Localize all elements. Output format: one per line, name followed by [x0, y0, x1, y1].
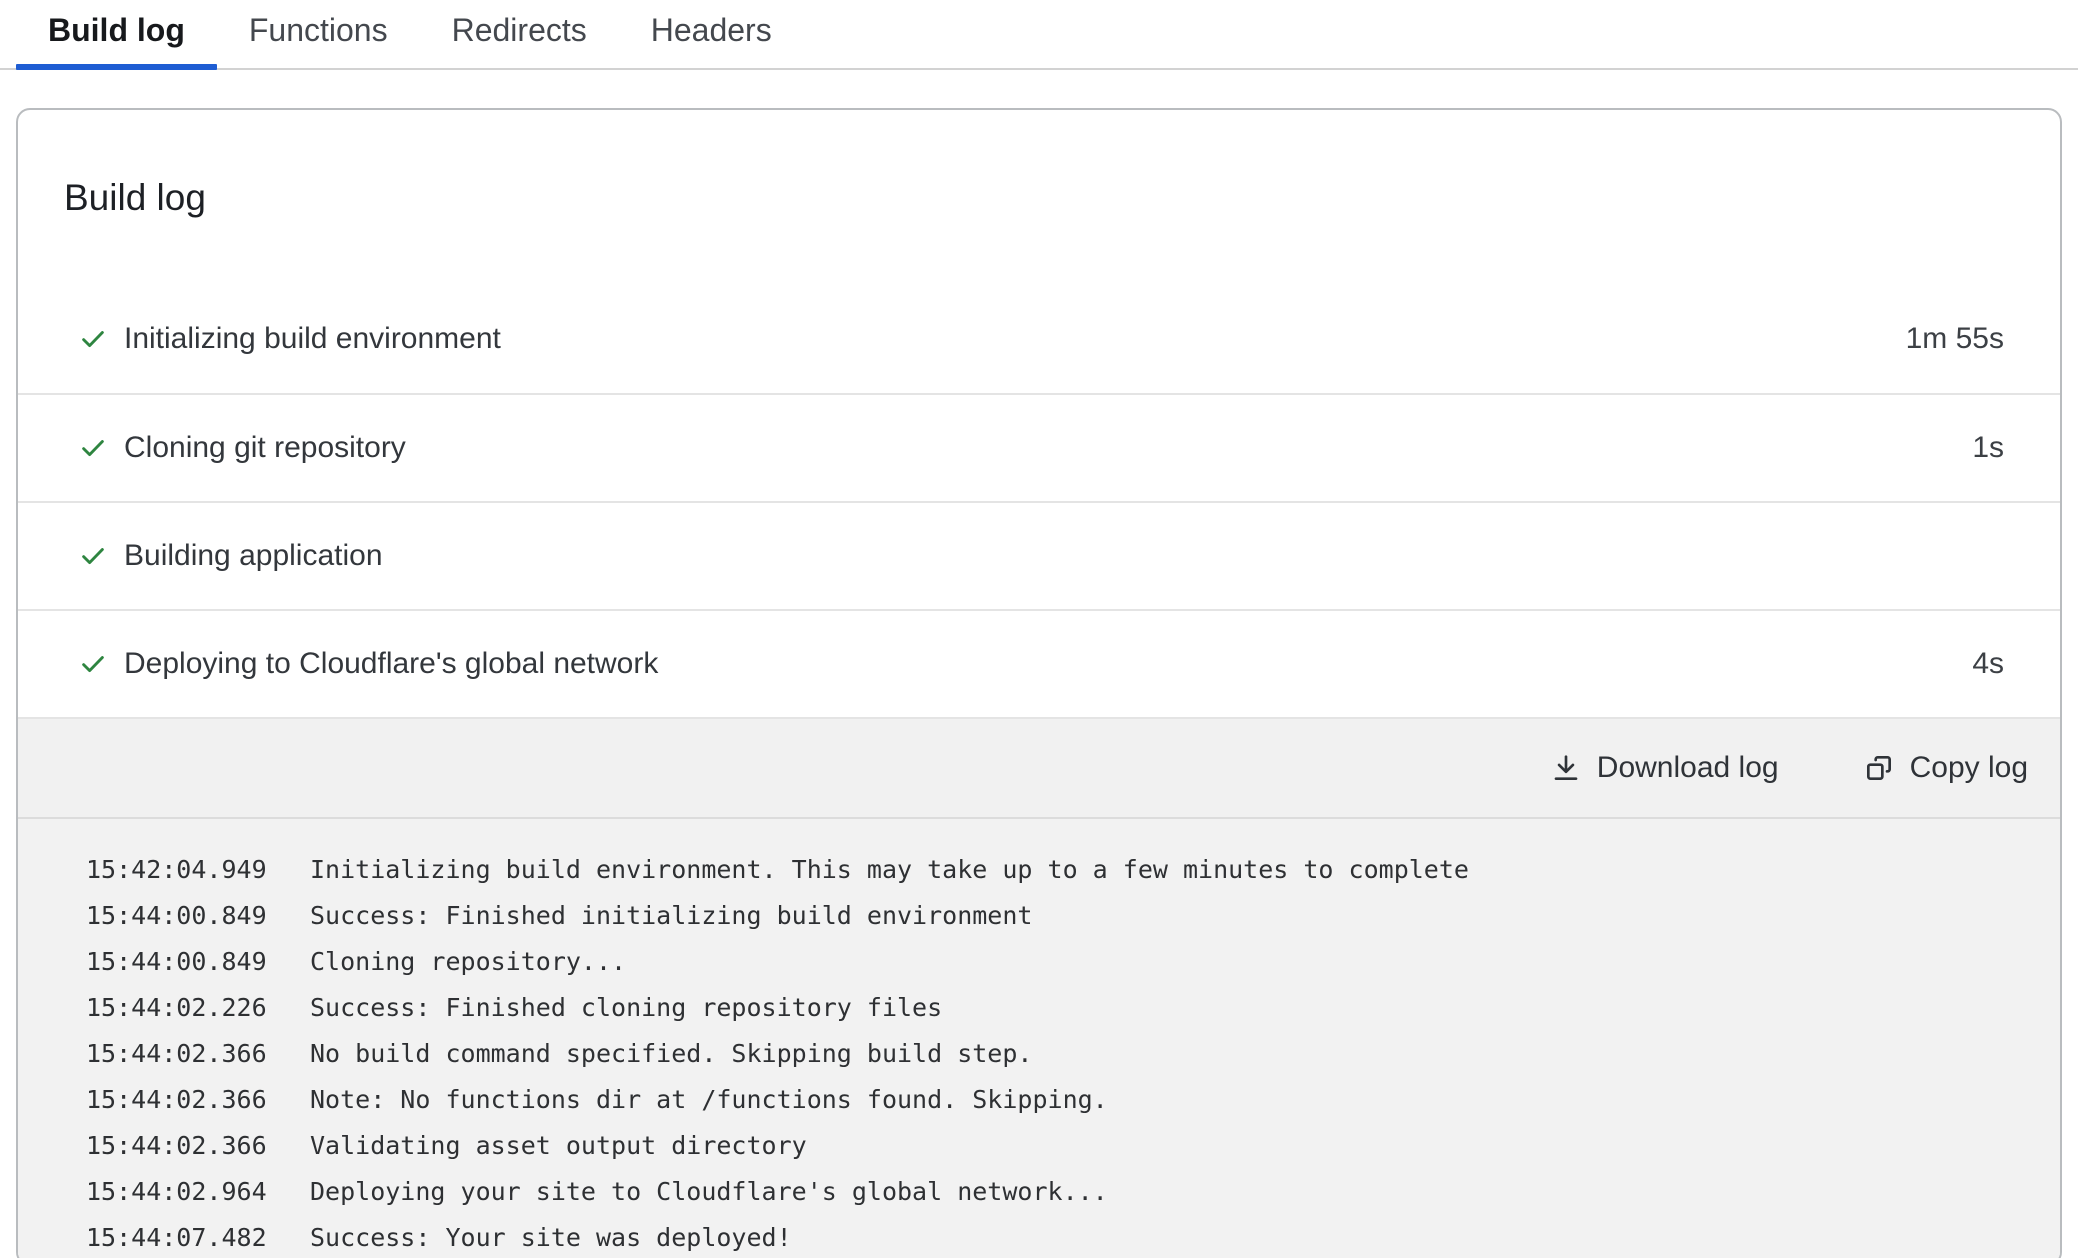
log-message: Success: Finished initializing build env… — [310, 893, 1032, 939]
log-timestamp: 15:44:00.849 — [86, 893, 272, 939]
log-line: 15:44:07.482 Success: Your site was depl… — [86, 1215, 2020, 1258]
build-step-clone[interactable]: Cloning git repository 1s — [18, 393, 2060, 501]
log-line: 15:44:02.366 No build command specified.… — [86, 1031, 2020, 1077]
log-timestamp: 15:42:04.949 — [86, 847, 272, 893]
log-timestamp: 15:44:07.482 — [86, 1215, 272, 1258]
tab-build-log[interactable]: Build log — [16, 0, 217, 68]
step-duration: 1s — [1972, 431, 2004, 465]
copy-log-button[interactable]: Copy log — [1863, 751, 2028, 785]
check-icon — [78, 649, 108, 679]
tab-headers[interactable]: Headers — [619, 0, 804, 68]
log-output[interactable]: 15:42:04.949 Initializing build environm… — [18, 817, 2060, 1258]
copy-icon — [1863, 752, 1895, 784]
log-timestamp: 15:44:02.366 — [86, 1077, 272, 1123]
log-message: No build command specified. Skipping bui… — [310, 1031, 1032, 1077]
log-timestamp: 15:44:02.226 — [86, 985, 272, 1031]
log-message: Deploying your site to Cloudflare's glob… — [310, 1169, 1108, 1215]
step-label: Deploying to Cloudflare's global network — [124, 647, 1972, 681]
build-log-card: Build log Initializing build environment… — [16, 108, 2062, 1258]
log-message: Note: No functions dir at /functions fou… — [310, 1077, 1108, 1123]
log-line: 15:44:02.226 Success: Finished cloning r… — [86, 985, 2020, 1031]
card-header: Build log — [18, 110, 2060, 285]
tab-functions[interactable]: Functions — [217, 0, 420, 68]
build-step-initialize[interactable]: Initializing build environment 1m 55s — [18, 285, 2060, 393]
tab-redirects[interactable]: Redirects — [420, 0, 619, 68]
log-message: Initializing build environment. This may… — [310, 847, 1469, 893]
log-message: Validating asset output directory — [310, 1123, 807, 1169]
step-label: Cloning git repository — [124, 431, 1972, 465]
log-message: Cloning repository... — [310, 939, 626, 985]
build-step-build[interactable]: Building application — [18, 501, 2060, 609]
check-icon — [78, 433, 108, 463]
copy-log-label: Copy log — [1910, 751, 2028, 785]
tab-bar: Build log Functions Redirects Headers — [0, 0, 2078, 70]
build-step-deploy[interactable]: Deploying to Cloudflare's global network… — [18, 609, 2060, 717]
log-timestamp: 15:44:02.964 — [86, 1169, 272, 1215]
step-label: Building application — [124, 539, 2004, 573]
step-label: Initializing build environment — [124, 322, 1906, 356]
download-log-button[interactable]: Download log — [1550, 751, 1779, 785]
log-line: 15:44:00.849 Success: Finished initializ… — [86, 893, 2020, 939]
log-timestamp: 15:44:00.849 — [86, 939, 272, 985]
log-toolbar: Download log Copy log — [18, 717, 2060, 817]
step-duration: 4s — [1972, 647, 2004, 681]
log-line: 15:44:02.964 Deploying your site to Clou… — [86, 1169, 2020, 1215]
log-timestamp: 15:44:02.366 — [86, 1031, 272, 1077]
download-log-label: Download log — [1597, 751, 1779, 785]
log-line: 15:42:04.949 Initializing build environm… — [86, 847, 2020, 893]
page-title: Build log — [64, 177, 206, 219]
step-duration: 1m 55s — [1906, 322, 2004, 356]
log-message: Success: Finished cloning repository fil… — [310, 985, 942, 1031]
log-line: 15:44:02.366 Validating asset output dir… — [86, 1123, 2020, 1169]
log-timestamp: 15:44:02.366 — [86, 1123, 272, 1169]
check-icon — [78, 324, 108, 354]
log-line: 15:44:00.849 Cloning repository... — [86, 939, 2020, 985]
check-icon — [78, 541, 108, 571]
log-message: Success: Your site was deployed! — [310, 1215, 792, 1258]
download-icon — [1550, 752, 1582, 784]
log-line: 15:44:02.366 Note: No functions dir at /… — [86, 1077, 2020, 1123]
